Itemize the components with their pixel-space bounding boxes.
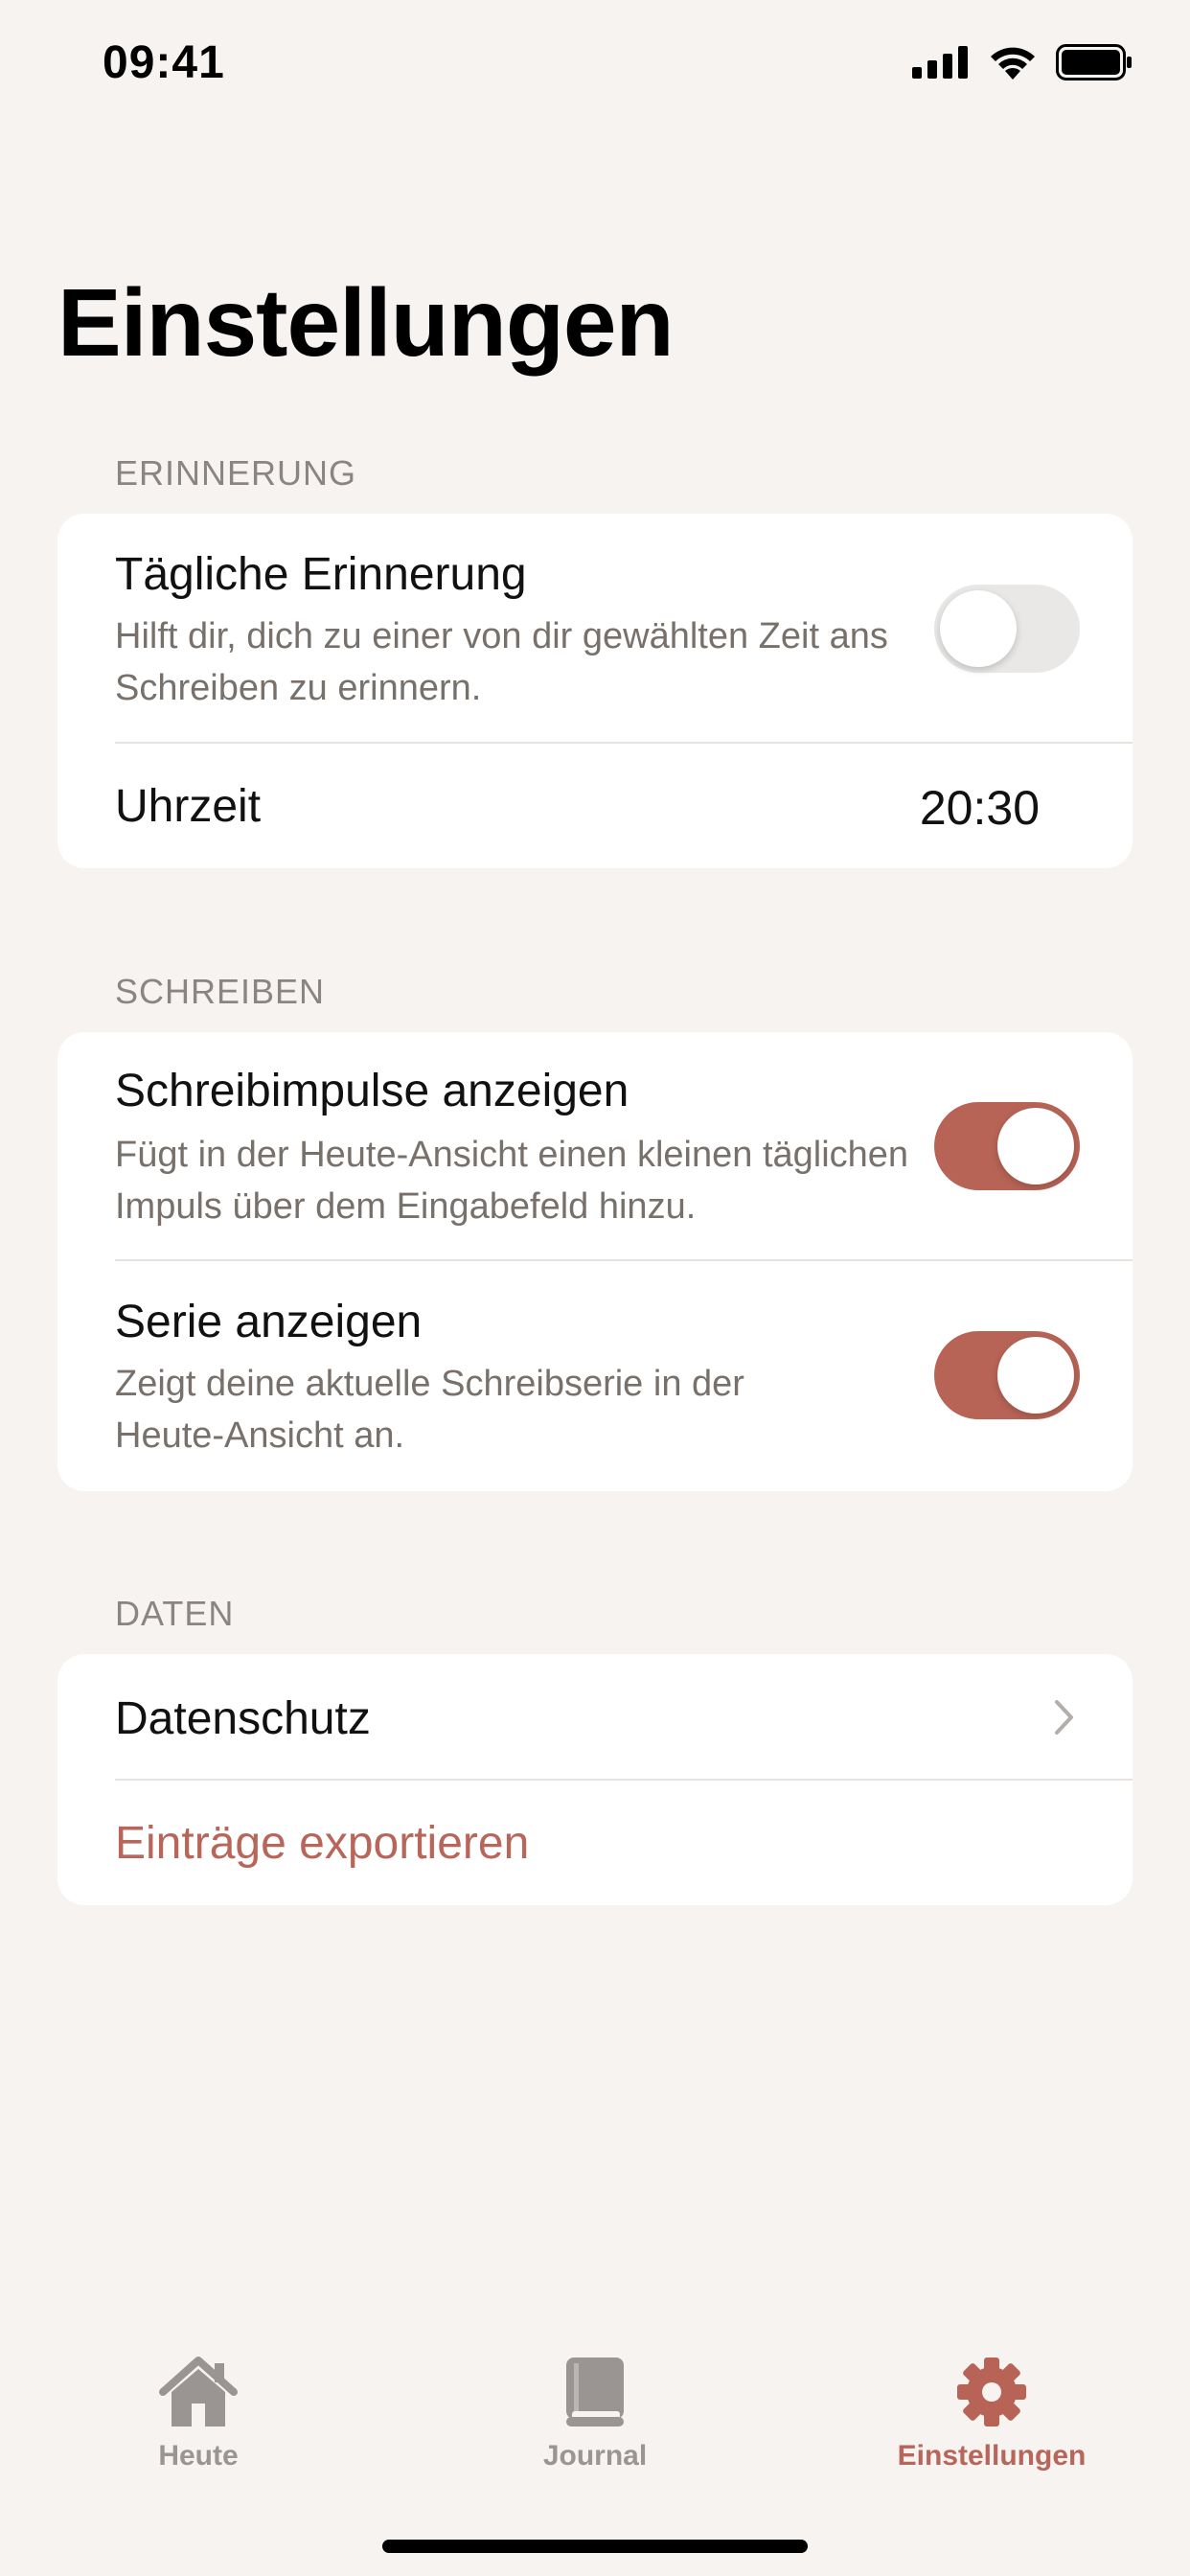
status-bar: 09:41: [0, 0, 1190, 129]
streak-row: Serie anzeigen Zeigt deine aktuelle Schr…: [57, 1261, 1133, 1491]
wifi-icon: [991, 47, 1035, 80]
streak-title: Serie anzeigen: [115, 1297, 423, 1347]
house-icon: [155, 2354, 241, 2430]
prompts-row: Schreibimpulse anzeigen Fügt in der Heut…: [57, 1032, 1133, 1260]
streak-toggle[interactable]: [934, 1331, 1080, 1419]
export-row[interactable]: Einträge exportieren: [57, 1781, 1133, 1905]
writing-card: Schreibimpulse anzeigen Fügt in der Heut…: [57, 1032, 1133, 1491]
export-entries-button[interactable]: Einträge exportieren: [115, 1817, 529, 1870]
reminder-card: Tägliche Erinnerung Hilft dir, dich zu e…: [57, 514, 1133, 868]
streak-description: Zeigt deine aktuelle Schreibserie in der…: [115, 1364, 744, 1456]
chevron-right-icon: [1055, 1700, 1073, 1735]
status-time: 09:41: [103, 37, 225, 88]
prompts-title: Schreibimpulse anzeigen: [115, 1066, 629, 1116]
toggle-knob: [940, 590, 1017, 667]
daily-reminder-row: Tägliche Erinnerung Hilft dir, dich zu e…: [57, 514, 1133, 744]
time-row[interactable]: Uhrzeit 20:30: [57, 744, 1133, 868]
tab-bar: Heute Journal Einstellungen: [0, 2319, 1190, 2576]
section-header-writing: SCHREIBEN: [115, 972, 326, 1011]
toggle-knob: [997, 1108, 1074, 1184]
settings-screen: 09:41 Einstellungen ERINNERUNG Tägliche …: [0, 0, 1190, 2576]
prompts-toggle[interactable]: [934, 1102, 1080, 1190]
time-label: Uhrzeit: [115, 781, 262, 832]
tab-einstellungen[interactable]: Einstellungen: [793, 2319, 1190, 2492]
home-indicator: [382, 2540, 808, 2553]
privacy-label: Datenschutz: [115, 1693, 371, 1744]
cellular-signal-icon: [912, 46, 968, 79]
time-value[interactable]: 20:30: [920, 780, 1040, 836]
section-header-reminder: ERINNERUNG: [115, 453, 357, 493]
tab-heute[interactable]: Heute: [0, 2319, 397, 2492]
book-icon: [552, 2354, 638, 2430]
privacy-row[interactable]: Datenschutz: [57, 1654, 1133, 1779]
toggle-knob: [997, 1337, 1074, 1414]
prompts-description: Fügt in der Heute-Ansicht einen kleinen …: [115, 1135, 909, 1227]
daily-reminder-toggle[interactable]: [934, 585, 1080, 673]
gear-icon: [949, 2354, 1035, 2430]
daily-reminder-description: Hilft dir, dich zu einer von dir gewählt…: [115, 616, 888, 708]
data-card: Datenschutz Einträge exportieren: [57, 1654, 1133, 1905]
daily-reminder-title: Tägliche Erinnerung: [115, 549, 527, 600]
battery-icon: [1056, 44, 1132, 80]
tab-journal[interactable]: Journal: [397, 2319, 793, 2492]
tab-label: Journal: [542, 2440, 648, 2472]
status-icons: [912, 44, 1133, 80]
page-title: Einstellungen: [57, 269, 675, 377]
tab-label: Heute: [158, 2440, 239, 2472]
section-header-data: DATEN: [115, 1594, 235, 1633]
tab-label: Einstellungen: [897, 2440, 1087, 2472]
